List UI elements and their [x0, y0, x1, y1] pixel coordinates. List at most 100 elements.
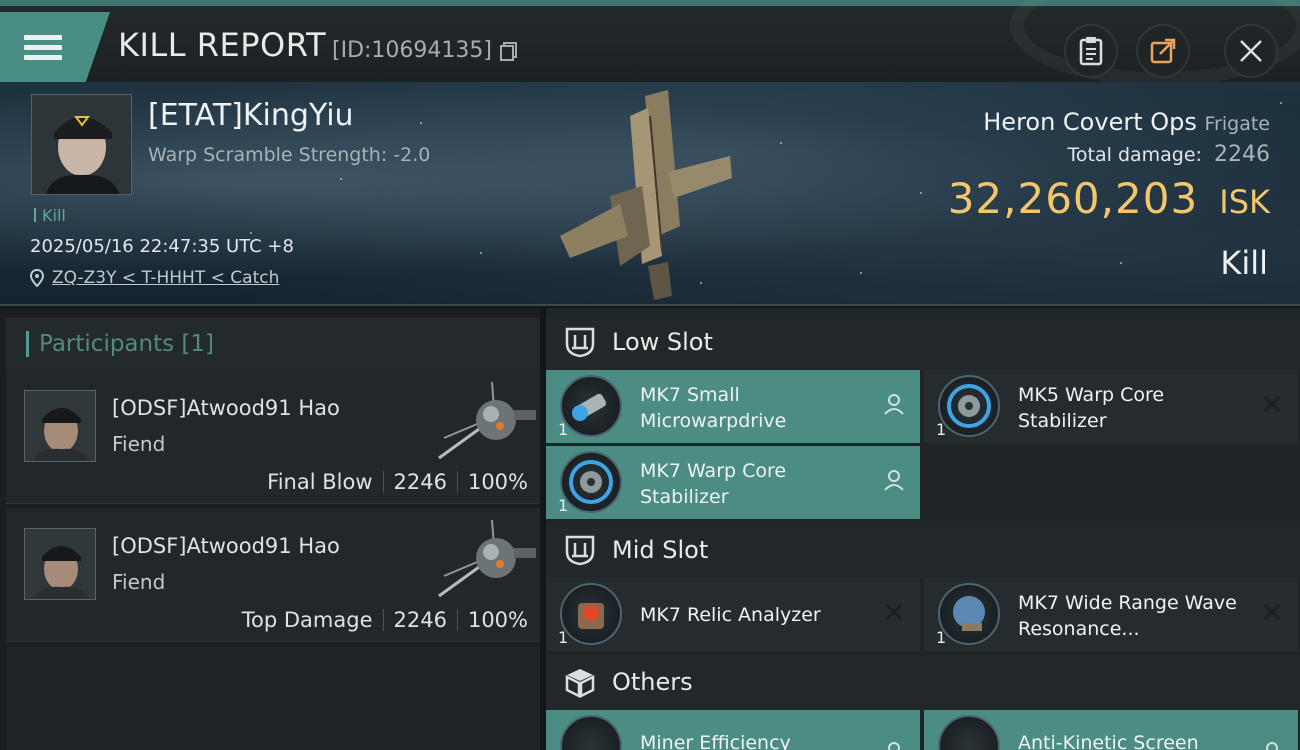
participant-damage: 2246: [393, 608, 447, 632]
module-quantity: 1: [558, 628, 569, 647]
participant-ship: Fiend: [112, 570, 166, 594]
module-item[interactable]: Miner Efficiency: [546, 710, 920, 750]
top-bar: KILL REPORT [ID:10694135]: [0, 0, 1300, 86]
relic-analyzer-icon: [560, 583, 622, 645]
module-name: MK7 Small Microwarpdrive: [640, 384, 787, 432]
participant-name: [ODSF]Atwood91 Hao: [112, 534, 340, 558]
participant-ship-image: [438, 519, 536, 598]
person-icon: [1266, 742, 1278, 750]
participant-damage: 2246: [393, 470, 447, 494]
kill-timestamp: 2025/05/16 22:47:35 UTC +8: [30, 236, 294, 257]
divider: [456, 609, 458, 631]
victim-portrait[interactable]: [31, 94, 132, 195]
module-name: MK7 Relic Analyzer: [640, 604, 821, 626]
participants-title: Participants [1]: [39, 331, 214, 357]
clipboard-icon: [1079, 37, 1103, 66]
divider: [456, 471, 458, 493]
module-item[interactable]: 1 MK7 Small Microwarpdrive: [546, 370, 920, 443]
module-item[interactable]: 1 MK5 Warp Core Stabilizer: [924, 370, 1298, 443]
person-icon: [888, 742, 900, 750]
isk-value: 32,260,203: [947, 174, 1199, 223]
module-item[interactable]: Anti-Kinetic Screen: [924, 710, 1298, 750]
participant-stats: Final Blow 2246 100%: [267, 470, 528, 494]
location-pin-icon: [30, 269, 44, 287]
total-damage-value: 2246: [1214, 142, 1270, 167]
total-damage-label: Total damage:: [1067, 144, 1202, 166]
divider: [382, 471, 384, 493]
person-icon: [884, 394, 904, 415]
mid-slot-header: Mid Slot: [546, 522, 1300, 578]
victim-ship-image[interactable]: [550, 86, 750, 302]
wave-resonance-icon: [938, 583, 1000, 645]
participant-row[interactable]: [ODSF]Atwood91 Hao Fiend Top Damage 2246…: [6, 508, 540, 642]
close-icon: [886, 604, 902, 620]
miner-efficiency-icon: [560, 715, 622, 750]
cube-icon: [565, 669, 595, 698]
participant-ship-image: [438, 381, 536, 460]
close-icon: [1264, 604, 1280, 620]
close-icon: [1240, 40, 1262, 62]
person-icon: [884, 470, 904, 491]
participants-header[interactable]: Participants [1]: [6, 318, 540, 370]
avatar: [24, 528, 96, 600]
module-item[interactable]: 1 MK7 Wide Range Wave Resonance...: [924, 578, 1298, 651]
menu-button[interactable]: [0, 12, 110, 82]
module-item[interactable]: 1 MK7 Relic Analyzer: [546, 578, 920, 651]
share-button[interactable]: [1136, 24, 1190, 78]
page-title: KILL REPORT: [118, 26, 327, 64]
victim-ship-name[interactable]: Heron Covert Ops Frigate: [983, 108, 1270, 136]
mid-slot-title: Mid Slot: [612, 536, 709, 564]
participant-name: [ODSF]Atwood91 Hao: [112, 396, 340, 420]
total-damage: Total damage: 2246: [1068, 142, 1270, 167]
participants-panel: Participants [1] [ODSF]Atwood91 Hao Fien…: [0, 308, 540, 750]
module-name: MK7 Wide Range Wave Resonance...: [1018, 592, 1237, 640]
low-slot-title: Low Slot: [612, 328, 713, 356]
header-accent: [26, 331, 29, 357]
location-link[interactable]: ZQ-Z3Y < T-HHHT < Catch: [52, 268, 279, 288]
module-quantity: 1: [558, 496, 569, 515]
participant-role: Top Damage: [241, 608, 373, 632]
participant-stats: Top Damage 2246 100%: [242, 608, 528, 632]
mid-slot-icon: [565, 535, 595, 566]
ship-class: Frigate: [1204, 113, 1270, 135]
hamburger-icon: [24, 30, 62, 65]
module-name: MK7 Warp Core Stabilizer: [640, 460, 787, 508]
module-item[interactable]: 1 MK7 Warp Core Stabilizer: [546, 446, 920, 519]
kill-outcome: Kill: [1220, 244, 1268, 282]
copy-icon[interactable]: [500, 42, 517, 61]
participant-role: Final Blow: [267, 470, 373, 494]
participant-ship: Fiend: [112, 432, 166, 456]
kill-location[interactable]: ZQ-Z3Y < T-HHHT < Catch: [30, 268, 279, 288]
isk-loss: 32,260,203 ISK: [948, 174, 1270, 223]
isk-unit: ISK: [1219, 183, 1270, 221]
warp-scramble-strength: Warp Scramble Strength: -2.0: [148, 144, 431, 166]
module-quantity: 1: [936, 420, 947, 439]
module-name: Anti-Kinetic Screen: [1018, 732, 1199, 750]
others-header: Others: [546, 654, 1300, 710]
participant-percent: 100%: [467, 470, 528, 494]
victim-banner: [ETAT]KingYiu Warp Scramble Strength: -2…: [0, 82, 1300, 306]
module-name: MK5 Warp Core Stabilizer: [1018, 384, 1165, 432]
module-quantity: 1: [936, 628, 947, 647]
participant-percent: 100%: [467, 608, 528, 632]
low-slot-header: Low Slot: [546, 314, 1300, 370]
microwarpdrive-icon: [560, 375, 622, 437]
participant-row[interactable]: [ODSF]Atwood91 Hao Fiend Final Blow 2246…: [6, 370, 540, 504]
module-quantity: 1: [558, 420, 569, 439]
anti-kinetic-screen-icon: [938, 715, 1000, 750]
low-slot-icon: [565, 327, 595, 358]
share-icon: [1150, 38, 1176, 64]
fitting-panel: Low Slot 1 MK7 Small Microwarpdrive 1 MK…: [546, 308, 1300, 750]
others-title: Others: [612, 668, 693, 696]
clipboard-button[interactable]: [1064, 24, 1118, 78]
kill-tag: Kill: [34, 206, 66, 225]
warp-core-stabilizer-icon: [938, 375, 1000, 437]
close-button[interactable]: [1224, 24, 1278, 78]
report-id: [ID:10694135]: [332, 38, 492, 63]
avatar: [24, 390, 96, 462]
pilot-portrait-image: [32, 95, 131, 194]
participants-empty-area: [6, 646, 540, 750]
close-icon: [1264, 396, 1280, 412]
victim-name[interactable]: [ETAT]KingYiu: [148, 98, 354, 133]
divider: [382, 609, 384, 631]
